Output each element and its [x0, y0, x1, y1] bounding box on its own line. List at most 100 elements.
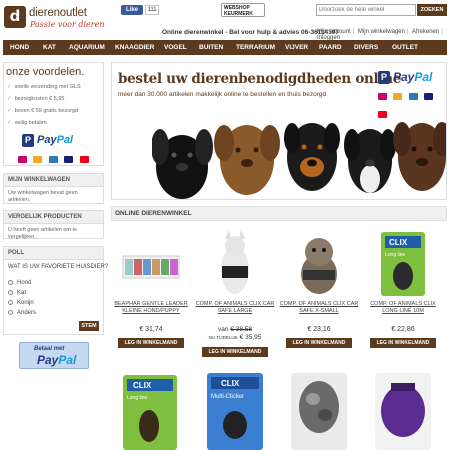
checkout-link[interactable]: Afrekenen — [412, 29, 439, 35]
logo-tagline: Passie voor dieren — [30, 20, 105, 29]
advantage-item: ✓ bezorgkosten € 5,95 — [7, 96, 65, 102]
section-heading: ONLINE DIERENWINKEL — [111, 206, 447, 221]
radio-icon[interactable] — [8, 280, 13, 285]
logo-icon[interactable]: d — [4, 6, 26, 28]
banktransfer-icon — [408, 93, 418, 100]
product-image[interactable] — [121, 228, 181, 298]
product-pack-label: CLIX — [221, 379, 240, 388]
nav-item-buiten[interactable]: BUITEN — [199, 40, 223, 55]
nav-item-knaagdier[interactable]: KNAAGDIER — [115, 40, 154, 55]
product-pack-sublabel: Multi-Clicker — [211, 394, 244, 400]
product-name[interactable]: BEAPHAR GENTLE LEADER KLEINE HOND/PUPPY — [111, 301, 191, 315]
product-card: COMP. OF ANIMALS CLIX CAR SAFE X-SMALL €… — [279, 228, 359, 348]
poll-option[interactable]: Hond — [8, 280, 31, 286]
check-icon: ✓ — [7, 120, 12, 126]
product-pack-sublabel: Long line — [385, 252, 406, 258]
logo-name[interactable]: dierenoutlet — [29, 7, 87, 19]
paypal-button-logo: PayPal — [37, 353, 77, 367]
facebook-like-count: 111 — [145, 5, 159, 15]
product-pack-label: CLIX — [133, 381, 152, 390]
webshop-keurmerk-badge[interactable]: WEBSHOP KEURMERK ✓ — [221, 3, 265, 17]
add-to-cart-button[interactable]: LEG IN WINKELMAND — [202, 347, 268, 357]
mastercard-icon — [79, 156, 89, 163]
nav-item-hond[interactable]: HOND — [10, 40, 29, 55]
product-image[interactable] — [289, 228, 349, 298]
product-name[interactable]: COMP. OF ANIMALS CLIX LONG LINE 10M — [363, 301, 443, 315]
poll-option[interactable]: Kat — [8, 290, 26, 296]
poll-question: WAT IS UW FAVORIETE HUISDIER? — [8, 264, 109, 270]
vote-button[interactable]: STEM — [79, 321, 99, 331]
check-icon: ✓ — [7, 108, 12, 114]
nav-item-divers[interactable]: DIVERS — [354, 40, 378, 55]
product-pack-sublabel: Long line — [127, 395, 148, 401]
paypal-pay-button[interactable]: Betaal met PayPal — [19, 342, 89, 369]
ideal-icon — [378, 93, 387, 100]
mistercash-icon — [393, 93, 403, 100]
search-input[interactable] — [316, 4, 416, 16]
nav-item-paard[interactable]: PAARD — [319, 40, 342, 55]
product-old-price: van € 38,58 — [218, 326, 252, 333]
advantage-item: ✓ veilig betalen — [7, 120, 47, 126]
product-price: € 22,86 — [391, 326, 415, 333]
chocolate-puppy-image — [393, 122, 446, 191]
nav-item-aquarium[interactable]: AQUARIUM — [69, 40, 105, 55]
mistercash-icon — [33, 156, 43, 163]
product-image[interactable]: CLIX Multi-Clicker — [205, 371, 265, 450]
check-icon: ✓ — [7, 84, 12, 90]
banner-paypal-logo: P PayPal — [378, 69, 438, 118]
check-icon: ✓ — [7, 96, 12, 102]
checkmark-icon: ✓ — [224, 5, 229, 11]
cart-empty-text: Uw winkelwagen bevat geen artikelen. — [8, 190, 78, 203]
radio-icon[interactable] — [8, 300, 13, 305]
facebook-like-button[interactable]: Like — [121, 5, 143, 15]
compare-box: VERGELIJK PRODUCTEN U heeft geen artikel… — [3, 210, 104, 240]
nav-item-vogel[interactable]: VOGEL — [164, 40, 187, 55]
my-cart-link[interactable]: Mijn winkelwagen — [358, 29, 405, 35]
add-to-cart-button[interactable]: LEG IN WINKELMAND — [286, 338, 352, 348]
add-to-cart-button[interactable]: LEG IN WINKELMAND — [370, 338, 436, 348]
ideal-icon — [18, 156, 27, 163]
product-card: COMP. OF ANIMALS CLIX CAR SAFE LARGE van… — [195, 228, 275, 357]
product-price: € 31,74 — [139, 326, 163, 333]
rottweiler-puppy-image — [284, 123, 340, 191]
nav-item-terrarium[interactable]: TERRARIUM — [236, 40, 275, 55]
cart-heading: MIJN WINKELWAGEN — [4, 174, 103, 187]
product-image[interactable]: CLIX Long line — [121, 371, 181, 450]
main-nav: HOND KAT AQUARIUM KNAAGDIER VOGEL BUITEN… — [3, 40, 447, 55]
product-image[interactable] — [289, 371, 349, 450]
product-image[interactable] — [373, 371, 433, 450]
compare-empty-text: U heeft geen artikelen om te vergelijken… — [8, 227, 78, 240]
product-card: CLIX Long line COMP. OF ANIMALS CLIX LON… — [363, 228, 443, 348]
nav-item-vijver[interactable]: VIJVER — [285, 40, 308, 55]
product-name[interactable]: COMP. OF ANIMALS CLIX CAR SAFE LARGE — [195, 301, 275, 315]
nav-item-outlet[interactable]: OUTLET — [392, 40, 418, 55]
visa-icon — [64, 156, 74, 163]
product-image[interactable] — [205, 228, 265, 298]
poll-option[interactable]: Konijn — [8, 300, 34, 306]
product-pack-label: CLIX — [389, 238, 408, 247]
advantage-item: ✓ snelle verzending met GLS — [7, 84, 81, 90]
promo-banner[interactable]: bestel uw dierenbenodigdheden online mee… — [111, 62, 447, 200]
nav-item-kat[interactable]: KAT — [43, 40, 56, 55]
visa-icon — [424, 93, 434, 100]
black-white-puppy-image — [344, 129, 396, 193]
paypal-button-label: Betaal met — [34, 346, 65, 352]
product-card: BEAPHAR GENTLE LEADER KLEINE HOND/PUPPY … — [111, 228, 191, 348]
compare-heading: VERGELIJK PRODUCTEN — [4, 211, 103, 224]
search-button[interactable]: ZOEKEN — [417, 4, 447, 16]
banner-subtitle: meer dan 30.000 artikelen makkelijk onli… — [118, 91, 327, 98]
paypal-logo: P PayPal — [22, 133, 86, 149]
add-to-cart-button[interactable]: LEG IN WINKELMAND — [118, 338, 184, 348]
webshop-badge-line2: KEURMERK — [224, 11, 253, 17]
banner-title: bestel uw dierenbenodigdheden online — [118, 71, 402, 87]
payment-method-icons — [18, 150, 92, 163]
advantages-title: onze voordelen. — [6, 66, 85, 78]
product-image[interactable]: CLIX Long line — [373, 228, 433, 298]
poll-option[interactable]: Anders — [8, 310, 36, 316]
product-name[interactable]: COMP. OF ANIMALS CLIX CAR SAFE X-SMALL — [279, 301, 359, 315]
banktransfer-icon — [48, 156, 58, 163]
radio-icon[interactable] — [8, 310, 13, 315]
product-price: € 23,16 — [307, 326, 331, 333]
product-sale-price: NU TIJDELIJK € 35,95 — [208, 334, 262, 341]
radio-icon[interactable] — [8, 290, 13, 295]
